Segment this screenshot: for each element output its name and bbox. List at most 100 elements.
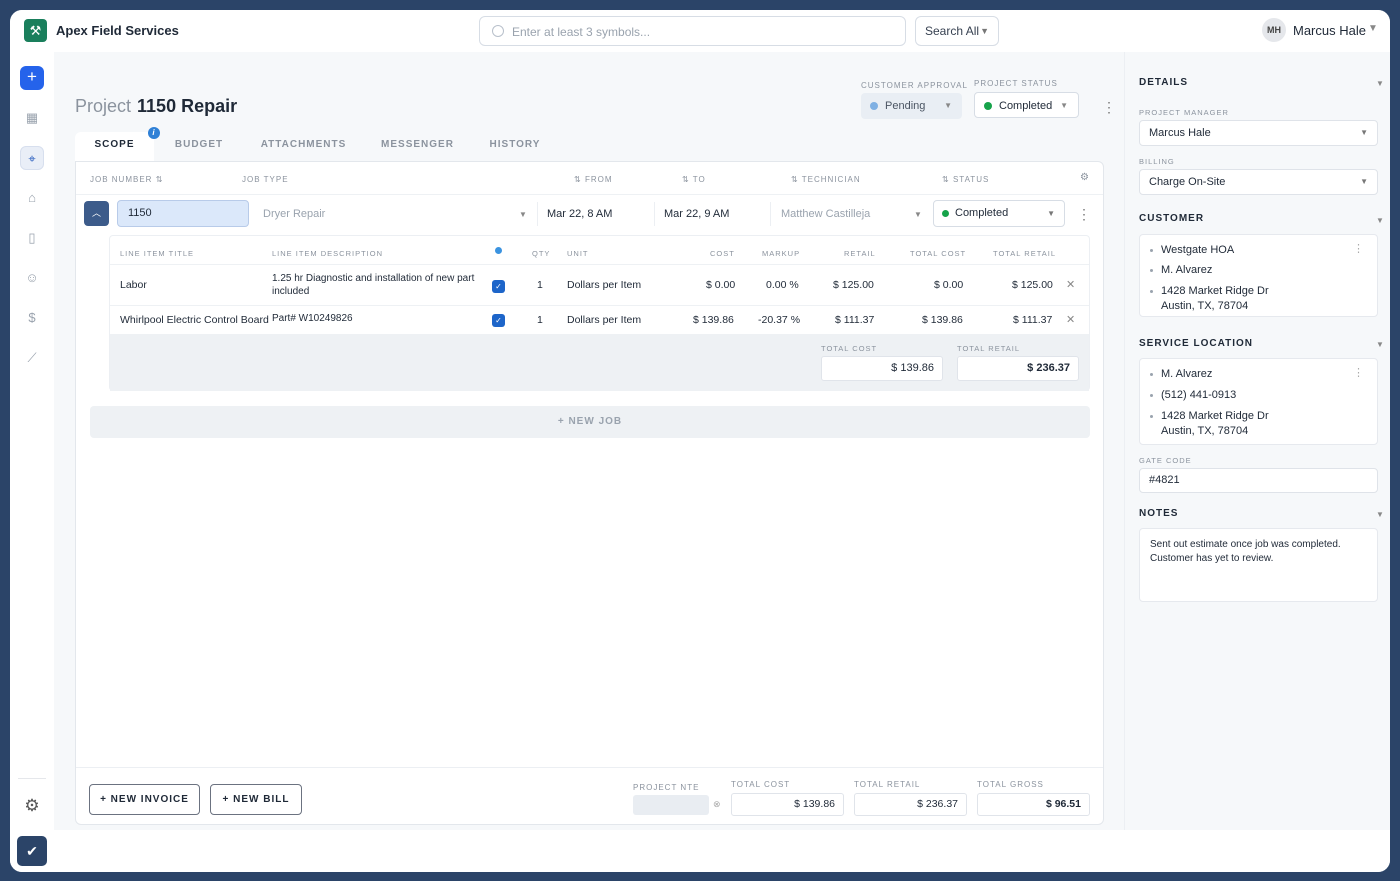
line-retail[interactable]: $ 111.37: [835, 314, 874, 326]
search-scope-select[interactable]: Search All ▼: [915, 16, 999, 46]
project-more-icon[interactable]: ⋮: [1102, 100, 1116, 114]
header-label: FROM: [584, 175, 613, 184]
tab-messenger[interactable]: MESSENGER: [374, 132, 461, 162]
service-location-heading[interactable]: SERVICE LOCATION: [1139, 338, 1253, 349]
project-manager-select[interactable]: Marcus Hale ▼: [1139, 120, 1378, 146]
chevron-down-icon[interactable]: ▼: [1376, 340, 1384, 349]
line-total-retail: $ 111.37: [1013, 314, 1053, 326]
line-unit[interactable]: Dollars per Item: [567, 314, 641, 326]
to-date-field[interactable]: Mar 22, 9 AM: [664, 208, 729, 220]
map-pin-icon[interactable]: ⌖: [20, 146, 44, 170]
col-header-job-number[interactable]: JOB NUMBER ⇅: [90, 175, 163, 184]
line-checkbox[interactable]: ✓: [492, 314, 505, 327]
line-retail[interactable]: $ 125.00: [833, 279, 874, 291]
line-total-cost: $ 0.00: [934, 279, 964, 291]
global-search[interactable]: [479, 16, 906, 46]
footer-total-retail-label: TOTAL RETAIL: [854, 780, 921, 789]
technician-select[interactable]: Matthew Castilleja: [781, 208, 870, 220]
notes-heading[interactable]: NOTES: [1139, 508, 1178, 519]
service-location-card: ⋮ M. Alvarez (512) 441-0913 1428 Market …: [1139, 358, 1378, 445]
from-date-field[interactable]: Mar 22, 8 AM: [547, 208, 612, 220]
line-description[interactable]: 1.25 hr Diagnostic and installation of n…: [272, 272, 477, 298]
bottom-strip: [54, 830, 1390, 872]
line-checkbox[interactable]: ✓: [492, 280, 505, 293]
total-retail-label: TOTAL RETAIL: [957, 344, 1020, 353]
add-icon[interactable]: +: [20, 66, 44, 90]
chevron-down-icon[interactable]: ▼: [1376, 216, 1384, 225]
chevron-down-icon[interactable]: ▼: [1376, 79, 1384, 88]
line-title[interactable]: Whirlpool Electric Control Board: [120, 314, 269, 326]
chevron-down-icon: ▼: [980, 26, 989, 36]
header-label: JOB NUMBER: [90, 175, 153, 184]
job-number-field[interactable]: 1150: [117, 200, 249, 227]
customer-approval-label: CUSTOMER APPROVAL: [861, 81, 968, 90]
search-input[interactable]: [512, 23, 892, 41]
line-cost[interactable]: $ 0.00: [706, 279, 735, 291]
sort-icon: ⇅: [942, 175, 950, 184]
job-type-select[interactable]: Dryer Repair: [263, 208, 325, 220]
search-scope-label: Search All: [925, 24, 980, 38]
col-header-markup: MARKUP: [762, 249, 801, 258]
col-header-line-description: LINE ITEM DESCRIPTION: [272, 249, 384, 258]
line-unit[interactable]: Dollars per Item: [567, 279, 641, 291]
remove-line-icon[interactable]: ✕: [1066, 278, 1075, 291]
line-markup[interactable]: -20.37 %: [758, 314, 800, 326]
rail-divider: [18, 778, 46, 779]
chevron-down-icon[interactable]: ▼: [1376, 510, 1384, 519]
col-header-unit: UNIT: [567, 249, 589, 258]
dollar-icon[interactable]: $: [20, 306, 44, 330]
line-title[interactable]: Labor: [120, 279, 147, 291]
customer-heading[interactable]: CUSTOMER: [1139, 213, 1204, 224]
collapse-row-button[interactable]: ︿: [84, 201, 109, 226]
tab-attachments[interactable]: ATTACHMENTS: [251, 132, 356, 162]
list-item: 1428 Market Ridge Dr: [1161, 410, 1269, 422]
notes-card[interactable]: Sent out estimate once job was completed…: [1139, 528, 1378, 602]
tab-history[interactable]: HISTORY: [481, 132, 549, 162]
gate-code-field[interactable]: #4821: [1139, 468, 1378, 493]
store-icon[interactable]: ⌂: [20, 186, 44, 210]
line-markup[interactable]: 0.00 %: [766, 279, 799, 291]
tab-budget[interactable]: BUDGET: [164, 132, 234, 162]
table-row: Labor 1.25 hr Diagnostic and installatio…: [110, 264, 1089, 305]
project-nte-input[interactable]: [633, 795, 709, 815]
job-status-select[interactable]: Completed ▼: [933, 200, 1065, 227]
customer-approval-select[interactable]: Pending ▼: [861, 93, 962, 119]
settings-icon[interactable]: ⚙: [20, 794, 44, 818]
line-cost[interactable]: $ 139.86: [693, 314, 734, 326]
app-window: ⚒ Apex Field Services Search All ▼ MH Ma…: [10, 10, 1390, 872]
dashboard-icon[interactable]: ▦: [20, 106, 44, 130]
new-invoice-button[interactable]: + NEW INVOICE: [89, 784, 200, 815]
nav-rail: + ▦ ⌖ ⌂ ▯ ☺ $ ⟋ ⚙ ✔: [10, 52, 54, 872]
users-icon[interactable]: ☺: [20, 266, 44, 290]
project-status-select[interactable]: Completed ▼: [974, 92, 1079, 118]
remove-line-icon[interactable]: ✕: [1066, 313, 1075, 326]
billing-select[interactable]: Charge On-Site ▼: [1139, 169, 1378, 195]
col-header-from[interactable]: ⇅ FROM: [574, 175, 613, 184]
column-settings-icon[interactable]: ⚙: [1080, 172, 1090, 183]
chevron-down-icon: ▼: [1360, 128, 1368, 137]
line-qty[interactable]: 1: [537, 279, 543, 291]
service-location-more-icon[interactable]: ⋮: [1353, 366, 1364, 379]
clear-icon[interactable]: ⊗: [713, 799, 721, 810]
brand-icon[interactable]: ✔: [17, 836, 47, 866]
project-label: Project: [75, 96, 132, 116]
customer-more-icon[interactable]: ⋮: [1353, 242, 1364, 255]
details-heading[interactable]: DETAILS: [1139, 77, 1188, 88]
job-more-icon[interactable]: ⋮: [1077, 207, 1091, 221]
header-label: TECHNICIAN: [801, 175, 861, 184]
col-header-technician[interactable]: ⇅ TECHNICIAN: [791, 175, 861, 184]
line-qty[interactable]: 1: [537, 314, 543, 326]
tab-scope[interactable]: SCOPE i: [75, 127, 160, 162]
line-description[interactable]: Part# W10249826: [272, 313, 353, 324]
divider: [654, 202, 655, 226]
col-header-to[interactable]: ⇅ TO: [682, 175, 706, 184]
chevron-down-icon: ▼: [914, 210, 922, 219]
new-job-button[interactable]: + NEW JOB: [90, 406, 1090, 438]
new-bill-button[interactable]: + NEW BILL: [210, 784, 302, 815]
chart-icon[interactable]: ⟋: [20, 346, 44, 370]
customer-approval-value: Pending: [885, 100, 926, 112]
project-manager-value: Marcus Hale: [1149, 127, 1211, 139]
panel-footer: + NEW INVOICE + NEW BILL PROJECT NTE ⊗ T…: [76, 767, 1103, 825]
document-icon[interactable]: ▯: [20, 226, 44, 250]
col-header-status[interactable]: ⇅ STATUS: [942, 175, 989, 184]
